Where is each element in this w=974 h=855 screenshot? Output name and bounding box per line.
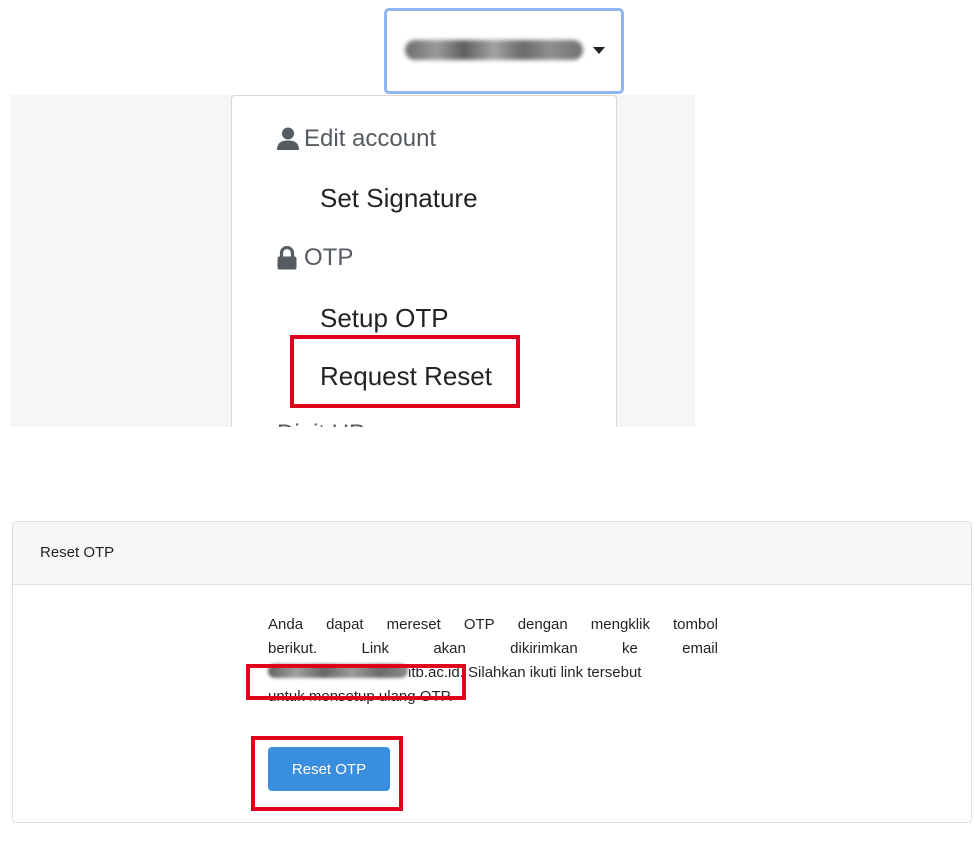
highlight-box-reset-button [251, 736, 403, 811]
highlight-box-email [246, 664, 466, 700]
word: ke [621, 640, 638, 657]
word: email [682, 640, 718, 657]
word: Link [361, 640, 390, 657]
user-menu-toggle[interactable] [384, 8, 624, 94]
word: dapat [326, 616, 364, 633]
menu-item-set-signature[interactable]: Set Signature [320, 176, 478, 220]
word: akan [433, 640, 466, 657]
menu-header-cut-off: Digit UP [277, 414, 365, 427]
reset-otp-card: Reset OTP Anda dapat mereset OTP dengan … [12, 521, 972, 823]
word: berikut. [268, 640, 318, 657]
word: dengan [517, 616, 568, 633]
menu-header-edit-account: Edit account [277, 119, 436, 159]
word: Anda [268, 616, 304, 633]
lock-icon [277, 246, 299, 270]
word: tombol [672, 616, 718, 633]
card-title: Reset OTP [13, 522, 971, 585]
highlight-box-request-reset [290, 335, 520, 408]
username-blurred [405, 40, 583, 60]
instruction-text: . Silahkan ikuti link tersebut [459, 664, 642, 681]
word: mereset [386, 616, 441, 633]
menu-header-otp: OTP [277, 238, 353, 278]
instruction-line-2: berikut. Link akan dikirimkan ke email [268, 637, 718, 661]
word: OTP [463, 616, 495, 633]
menu-header-label: OTP [304, 244, 354, 271]
menu-header-label: Edit account [304, 125, 437, 152]
word: mengklik [590, 616, 650, 633]
caret-down-icon [593, 47, 605, 54]
word: dikirimkan [510, 640, 578, 657]
menu-item-setup-otp[interactable]: Setup OTP [320, 296, 449, 340]
user-icon [277, 127, 299, 151]
instruction-line-1: Anda dapat mereset OTP dengan mengklik t… [268, 613, 718, 637]
